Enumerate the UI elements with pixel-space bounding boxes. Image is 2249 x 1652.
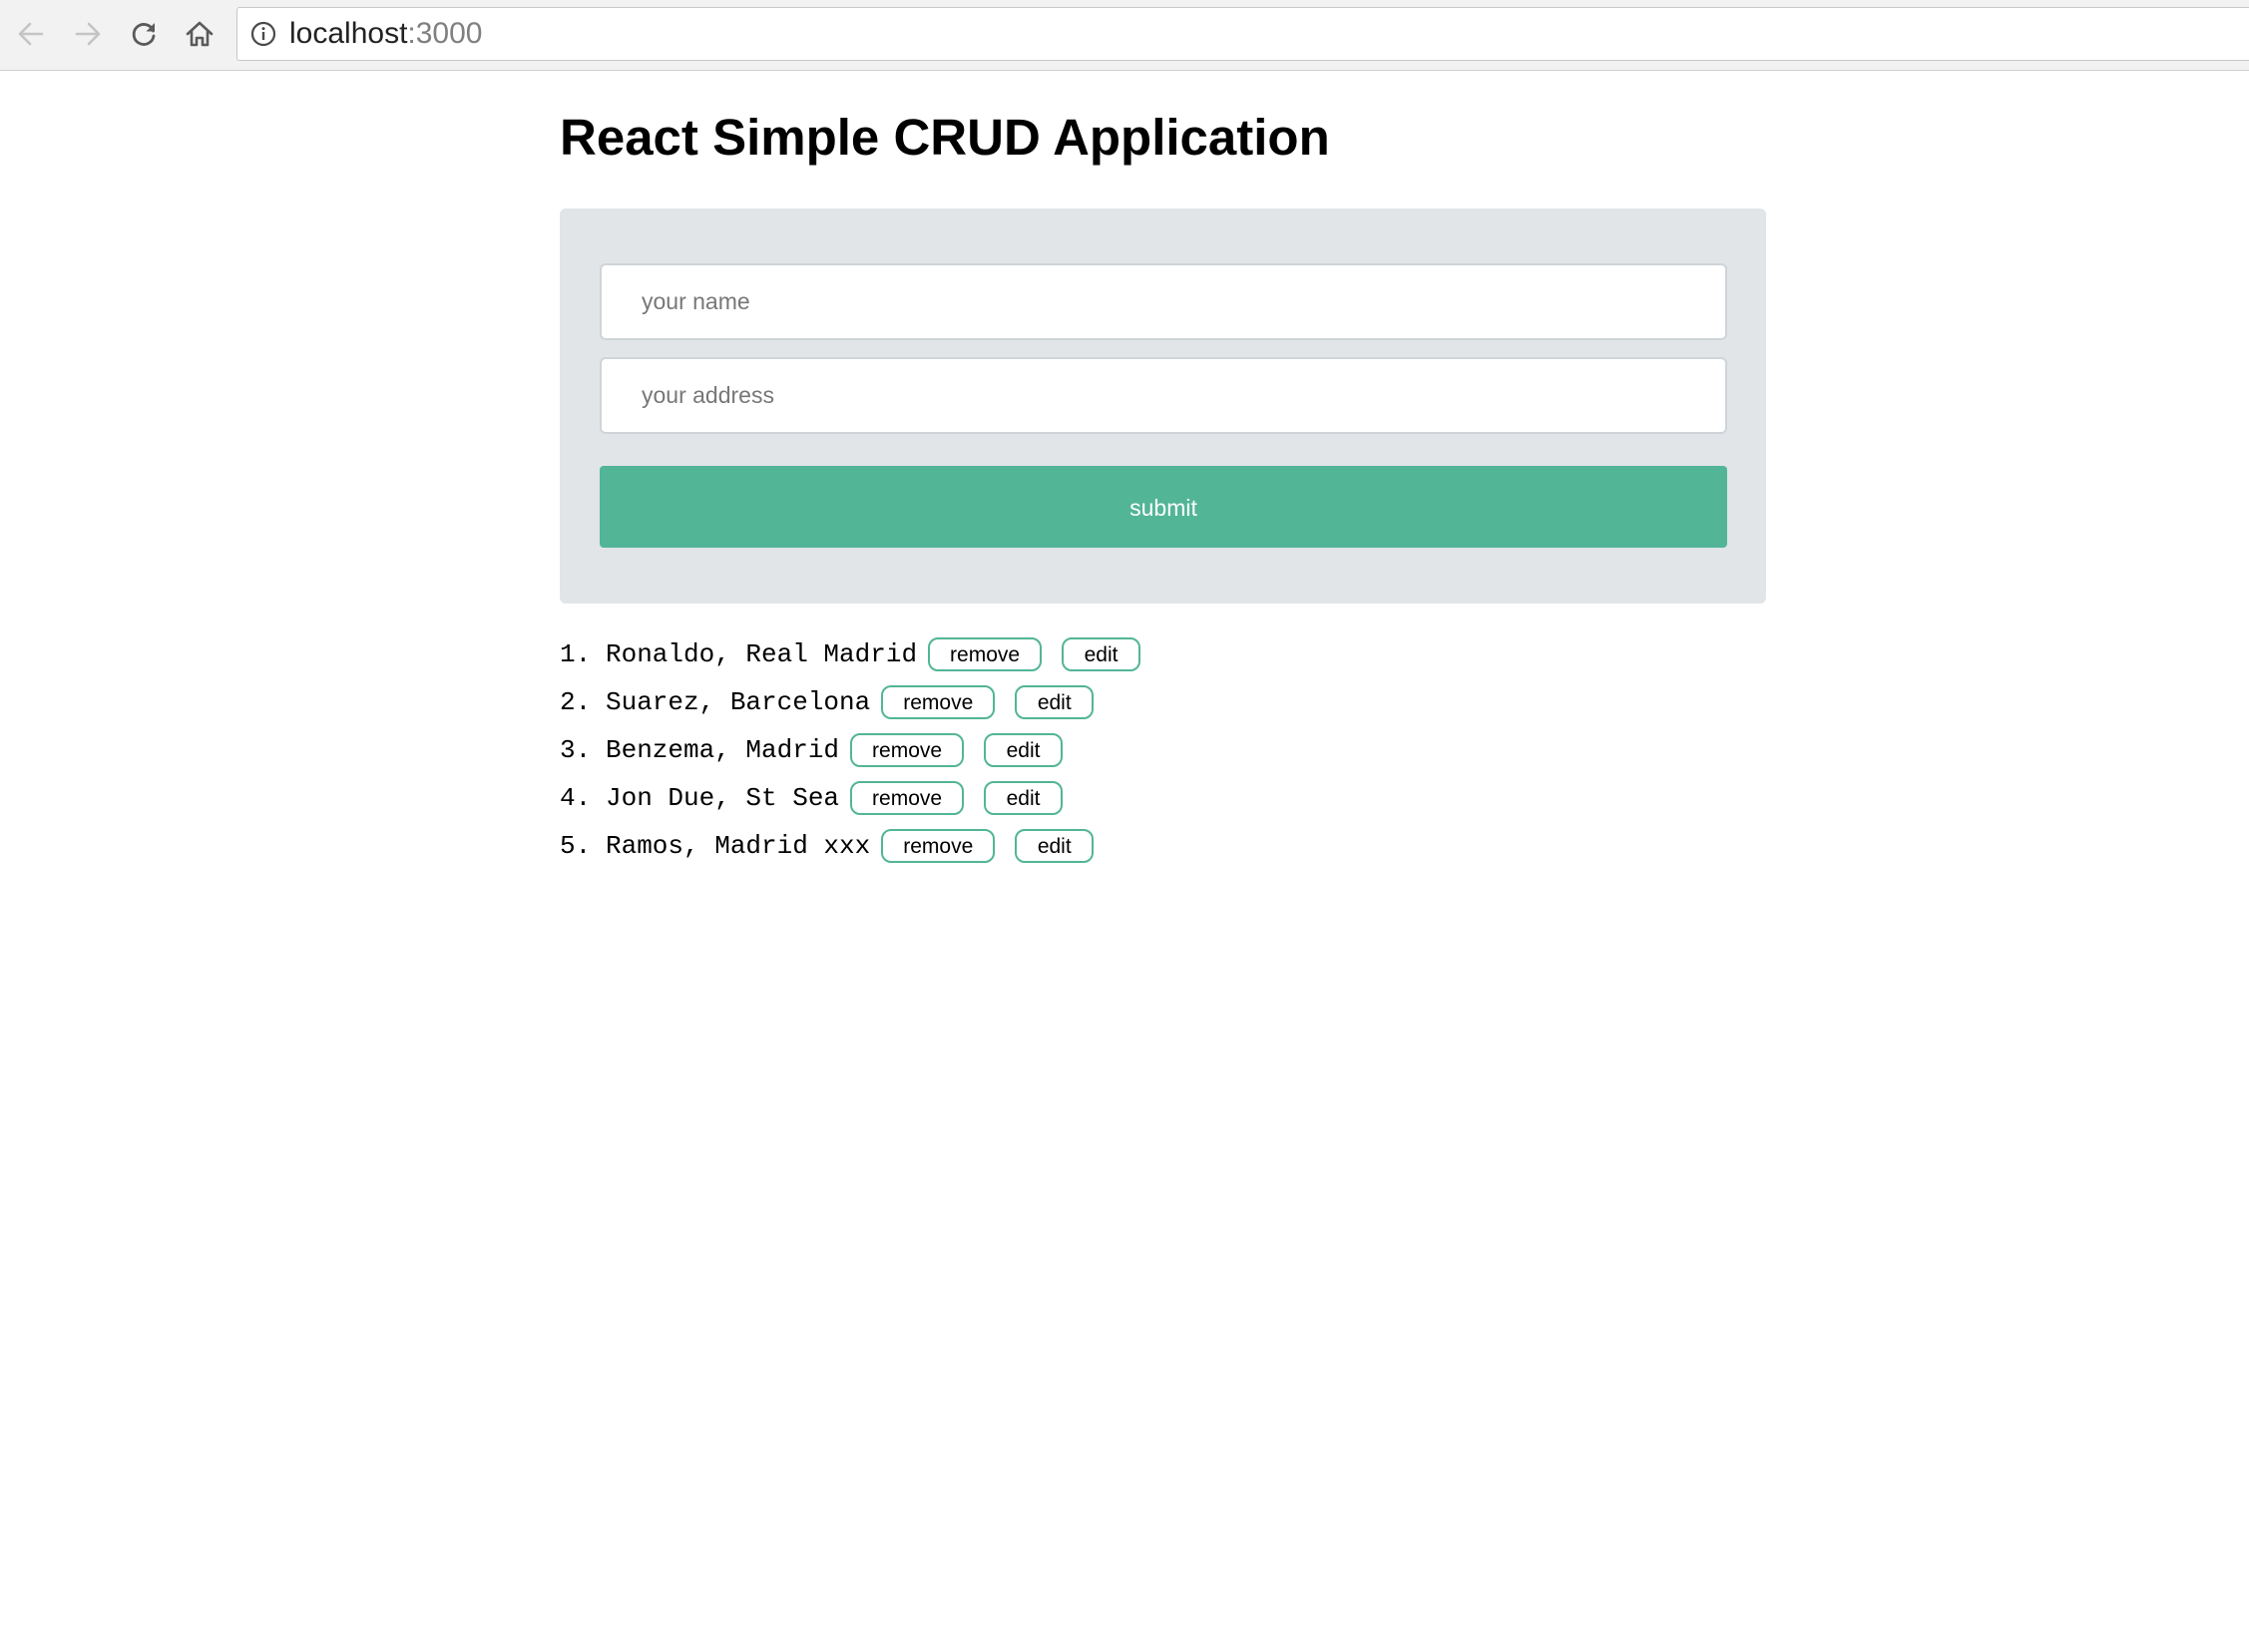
- name-input[interactable]: [600, 263, 1727, 340]
- url-host: localhost: [289, 17, 408, 50]
- info-icon[interactable]: [250, 21, 276, 47]
- list-item: 2. Suarez, Barcelona remove edit: [560, 678, 1140, 726]
- people-list: 1. Ronaldo, Real Madrid remove edit 2. S…: [560, 630, 1141, 870]
- list-item-number: 1.: [560, 639, 592, 669]
- edit-button[interactable]: edit: [984, 781, 1064, 815]
- add-person-form: submit: [560, 208, 1766, 604]
- home-button[interactable]: [180, 14, 220, 54]
- reload-icon: [132, 23, 156, 46]
- remove-button[interactable]: remove: [850, 781, 965, 815]
- list-item: 1. Ronaldo, Real Madrid remove edit: [560, 630, 1141, 678]
- list-item-text: Jon Due, St Sea: [606, 783, 840, 813]
- home-icon: [186, 21, 214, 47]
- list-item-number: 5.: [560, 831, 592, 861]
- list-item-number: 4.: [560, 783, 592, 813]
- list-item: 5. Ramos, Madrid xxx remove edit: [560, 822, 1140, 870]
- remove-button[interactable]: remove: [928, 637, 1043, 671]
- arrow-right-icon: [75, 22, 101, 46]
- remove-button[interactable]: remove: [881, 829, 996, 863]
- list-item-text: Benzema, Madrid: [606, 735, 840, 765]
- list-item-number: 3.: [560, 735, 592, 765]
- url-port: :3000: [407, 17, 483, 50]
- address-bar[interactable]: localhost:3000: [236, 7, 2249, 61]
- edit-button[interactable]: edit: [1062, 637, 1141, 671]
- address-input[interactable]: [600, 357, 1727, 434]
- arrow-left-icon: [18, 22, 44, 46]
- submit-button[interactable]: submit: [600, 466, 1727, 548]
- page-title: React Simple CRUD Application: [560, 109, 1330, 166]
- list-item-text: Ramos, Madrid xxx: [606, 831, 871, 861]
- remove-button[interactable]: remove: [881, 685, 996, 719]
- reload-button[interactable]: [124, 14, 164, 54]
- back-button[interactable]: [11, 14, 51, 54]
- forward-button[interactable]: [68, 14, 108, 54]
- edit-button[interactable]: edit: [984, 733, 1064, 767]
- url-text: localhost:3000: [289, 8, 482, 60]
- list-item: 3. Benzema, Madrid remove edit: [560, 726, 1140, 774]
- list-item-text: Ronaldo, Real Madrid: [606, 639, 918, 669]
- browser-toolbar: localhost:3000: [0, 0, 2249, 71]
- edit-button[interactable]: edit: [1015, 685, 1095, 719]
- list-item: 4. Jon Due, St Sea remove edit: [560, 774, 1140, 822]
- edit-button[interactable]: edit: [1015, 829, 1095, 863]
- list-item-text: Suarez, Barcelona: [606, 687, 871, 717]
- remove-button[interactable]: remove: [850, 733, 965, 767]
- list-item-number: 2.: [560, 687, 592, 717]
